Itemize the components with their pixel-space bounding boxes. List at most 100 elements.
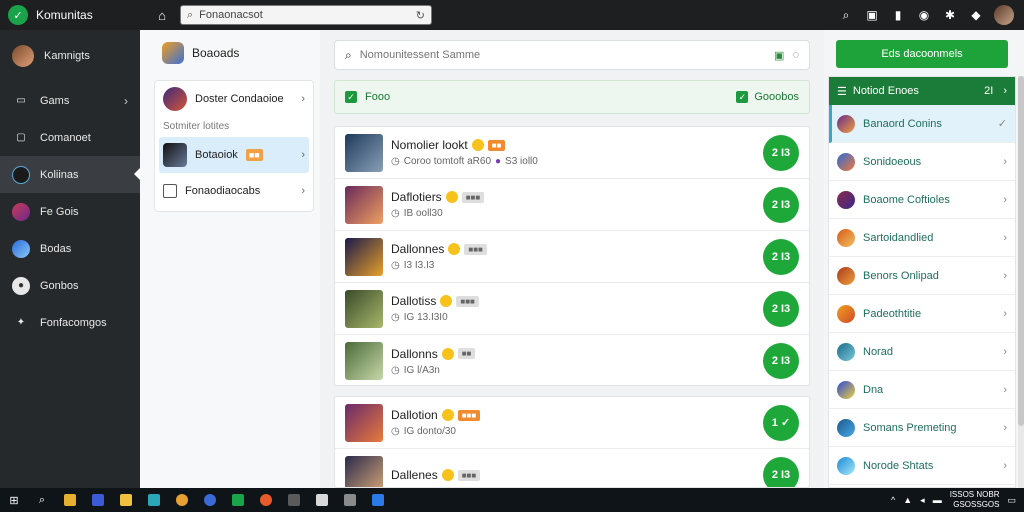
item-image <box>345 289 383 328</box>
badge-icon[interactable]: ◆ <box>968 7 984 23</box>
volume-icon[interactable]: ◂ <box>920 495 925 506</box>
settings-icon[interactable]: ◌ <box>792 49 799 61</box>
chevron-right-icon[interactable]: › <box>1003 85 1007 97</box>
gamepad-icon: ▭ <box>16 95 26 106</box>
right-item-label: Norad <box>863 345 893 358</box>
chart-icon[interactable]: ▮ <box>890 7 906 23</box>
sidebar-item-gonbos[interactable]: ● Gonbos <box>0 267 140 304</box>
app-icon[interactable] <box>224 488 252 512</box>
right-list-item[interactable]: Dna › <box>829 371 1015 409</box>
app-icon[interactable] <box>56 488 84 512</box>
search-icon[interactable]: ⌕ <box>838 7 854 23</box>
list-item-label: Doster Condaoioe <box>195 93 284 105</box>
checkbox-icon[interactable]: ✓ <box>736 91 749 103</box>
notification-icon[interactable]: ▭ <box>1007 495 1016 506</box>
sidebar-item-label: Koliinas <box>40 168 79 181</box>
sidebar-item-koliinas[interactable]: Koliinas <box>0 156 140 193</box>
panel-title: Boaoads <box>192 46 240 60</box>
right-list-item[interactable]: Padeothtitie › <box>829 295 1015 333</box>
start-icon[interactable]: ⊞ <box>0 488 28 512</box>
scrollbar[interactable] <box>1018 76 1024 488</box>
emoji-icon <box>441 347 454 360</box>
sidebar-item-comanoet[interactable]: ▢ Comanoet <box>0 119 140 156</box>
search-icon[interactable]: ⌕ <box>28 488 56 512</box>
browser-icon[interactable] <box>168 488 196 512</box>
right-list-item[interactable]: Norad › <box>829 333 1015 371</box>
join-button[interactable]: 2 I3 <box>763 238 799 275</box>
badge: ■■■ <box>461 191 485 203</box>
keyboard-icon[interactable]: ▬ <box>933 495 942 505</box>
right-list-item[interactable]: Benors Onlipad › <box>829 257 1015 295</box>
monitor-icon: ▢ <box>16 132 26 143</box>
list-item[interactable]: Dallotiss ■■■ ◷ IG 13.I3I0 2 I3 <box>335 283 809 335</box>
join-button[interactable]: 2 I3 <box>763 457 799 487</box>
controller-icon[interactable]: ✱ <box>942 7 958 23</box>
sidebar-item-fe-gois[interactable]: Fe Gois <box>0 193 140 230</box>
secondary-panel: Boaoads Doster Condaoioe › Sotmiter loti… <box>140 30 320 488</box>
chevron-right-icon: › <box>1003 459 1007 472</box>
top-bar: ✓ Komunitas ⌂ ⌕ ↻ ⌕ ▣ ▮ ◉ ✱ ◆ <box>0 0 1024 30</box>
top-search-bar[interactable]: ⌕ ↻ <box>180 5 432 25</box>
main-search-bar[interactable]: ⌕ ▣ ◌ <box>334 40 810 70</box>
app-icon[interactable] <box>252 488 280 512</box>
item-icon <box>837 266 855 285</box>
list-item[interactable]: Dallonns ■■ ◷ IG l/A3n 2 I3 <box>335 335 809 387</box>
network-icon[interactable]: ▲ <box>903 495 912 505</box>
app-icon[interactable] <box>140 488 168 512</box>
right-item-label: Sartoidandlied <box>863 231 934 244</box>
join-button[interactable]: 2 I3 <box>763 186 799 223</box>
app-icon[interactable] <box>84 488 112 512</box>
top-search-input[interactable] <box>199 9 410 21</box>
join-button[interactable]: 2 I3 <box>763 290 799 327</box>
list-item[interactable]: Fonaodiaocabs › <box>155 173 313 209</box>
app-icon[interactable] <box>364 488 392 512</box>
main-search-input[interactable] <box>359 49 767 61</box>
app-icon[interactable] <box>196 488 224 512</box>
primary-action-button[interactable]: Eds dacoonmels <box>836 40 1008 68</box>
emoji-icon <box>441 409 454 421</box>
item-image <box>345 342 383 380</box>
checkbox-icon[interactable]: ✓ <box>345 91 357 103</box>
app-icon[interactable] <box>308 488 336 512</box>
scrollbar-thumb[interactable] <box>1018 76 1024 426</box>
search-icon: ⌕ <box>187 8 194 21</box>
list-item[interactable]: Daflotiers ■■■ ◷ IB ooll30 2 I3 <box>335 179 809 231</box>
item-title: Dallotiss <box>391 294 437 308</box>
filter-bar[interactable]: ✓ Fooo ✓ Gooobos <box>334 80 810 114</box>
list-item[interactable]: Nomolier lookt ■■ ◷ Coroo tomtoft aR60 ●… <box>335 127 809 179</box>
join-button[interactable]: 1 ✓ <box>763 404 799 441</box>
list-item[interactable]: Dallenes ■■■ 2 I3 <box>335 449 809 487</box>
right-list-item[interactable]: Norode Shtats › <box>829 447 1015 485</box>
user-avatar[interactable] <box>994 5 1014 25</box>
sidebar-item-bodas[interactable]: Bodas <box>0 230 140 267</box>
folder-icon[interactable] <box>112 488 140 512</box>
list-item-selected[interactable]: Botaoiok ■■ › <box>159 137 309 173</box>
calendar-icon[interactable]: ▣ <box>864 7 880 23</box>
app-brand[interactable]: ✓ Komunitas <box>0 5 140 25</box>
right-list-item[interactable]: Sartoidandlied › <box>829 219 1015 257</box>
filter-icon[interactable]: ▣ <box>774 49 784 62</box>
app-icon[interactable] <box>280 488 308 512</box>
refresh-icon[interactable]: ↻ <box>416 9 425 22</box>
app-icon[interactable] <box>336 488 364 512</box>
right-list-item[interactable]: Sonidoeous › <box>829 143 1015 181</box>
list-item[interactable]: Doster Condaoioe › <box>155 81 313 117</box>
new-tag-badge: ■■ <box>245 149 263 161</box>
sidebar-item-kamnigts[interactable]: Kamnigts <box>0 30 140 82</box>
clock[interactable]: ISSOS NOBR GSOSSGOS <box>950 490 1000 510</box>
panel-header: Boaoads <box>140 30 320 76</box>
join-button[interactable]: 2 I3 <box>763 134 799 171</box>
badge: ■■ <box>487 139 506 151</box>
home-icon[interactable]: ⌂ <box>152 5 172 25</box>
list-item[interactable]: Dallonnes ■■■ ◷ I3 I3.I3 2 I3 <box>335 231 809 283</box>
chevron-up-icon[interactable]: ^ <box>891 495 895 505</box>
list-item[interactable]: Dallotion ■■■ ◷ IG donto/30 1 ✓ <box>335 397 809 449</box>
join-button[interactable]: 2 I3 <box>763 343 799 379</box>
right-list-item[interactable]: Somans Premeting › <box>829 409 1015 447</box>
right-list-item[interactable]: Boaome Coftioles › <box>829 181 1015 219</box>
sidebar-item-fonfacomgos[interactable]: ✦ Fonfacomgos <box>0 304 140 341</box>
sword-icon <box>12 165 30 184</box>
sidebar-item-gams[interactable]: ▭ Gams › <box>0 82 140 119</box>
steam-icon[interactable]: ◉ <box>916 7 932 23</box>
right-list-item-selected[interactable]: Banaord Conins ✓ <box>829 105 1015 143</box>
